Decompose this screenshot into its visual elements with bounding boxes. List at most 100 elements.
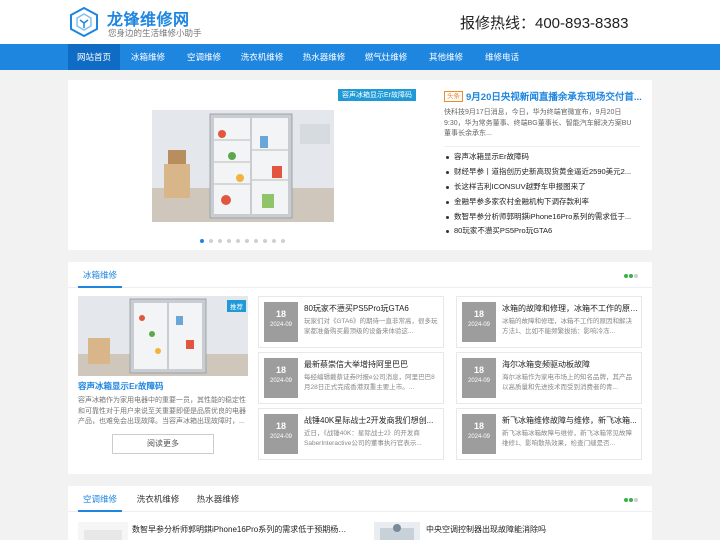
- date-badge: 18 2024-09: [462, 358, 496, 398]
- section-tabbar: 冰箱维修: [68, 262, 652, 288]
- tab-aircon-repair[interactable]: 空调维修: [78, 486, 122, 512]
- card-title[interactable]: 新飞冰箱维修故障与维修，新飞冰箱...: [502, 415, 638, 426]
- date-day: 18: [275, 365, 286, 375]
- card-title[interactable]: 冰箱的故障和修理，冰箱不工作的原因和...: [502, 303, 638, 314]
- nav-item-washer[interactable]: 洗衣机维修: [236, 44, 288, 70]
- date-badge: 18 2024-09: [462, 302, 496, 342]
- carousel-dot[interactable]: [263, 239, 267, 243]
- card-desc: 海尔冰箱作为家电市场上的知名品牌，其产品以高质量和先进技术而受到消费者的青...: [502, 374, 632, 391]
- article-thumbnail[interactable]: [374, 522, 420, 540]
- headline-desc: 快科技9月17日消息，今日，华为终端官微宣布，9月20日9:30，华为常务董事、…: [444, 109, 632, 137]
- slider-dot[interactable]: [634, 274, 638, 278]
- news-list: 容声冰箱显示Er故障码 财经早参丨道指创历史新高现货黄金逼近2590美元2...…: [444, 150, 640, 239]
- card-title[interactable]: 海尔冰箱变频驱动板故障: [502, 359, 638, 370]
- carousel-caption[interactable]: 容声冰箱显示Er故障码: [338, 86, 416, 101]
- date-badge: 18 2024-09: [264, 302, 298, 342]
- card-desc: 每经编辑戴蔡证券时报e公司消息，阿里巴巴8月28日正式完成香港双重主要上市。..…: [304, 374, 435, 391]
- tab-water-heater-repair[interactable]: 热水器维修: [192, 486, 244, 512]
- date-month: 2024-09: [467, 322, 491, 328]
- section-dots: [624, 274, 638, 278]
- headline-tag: 头条: [444, 91, 463, 102]
- carousel-dot[interactable]: [200, 239, 204, 243]
- list-item[interactable]: 长这样吉利ICONSUV越野车申报图来了: [444, 180, 640, 195]
- list-item[interactable]: 80玩家不懑买PS5Pro玩GTA6: [444, 224, 640, 239]
- list-item[interactable]: 数智早参分析师郭明錤iPhone16Pro系列的需求低于...: [444, 210, 640, 225]
- date-day: 18: [473, 365, 484, 375]
- slider-dot[interactable]: [624, 274, 628, 278]
- date-badge: 18 2024-09: [264, 414, 298, 454]
- featured-title[interactable]: 容声冰箱显示Er故障码: [78, 380, 248, 392]
- article-thumbnail[interactable]: [78, 522, 128, 540]
- card-desc: 新飞冰箱冰箱故障与维修，新飞冰箱常见故障维修1、影响散热效果，检查门缝是否...: [502, 430, 632, 447]
- carousel-dot[interactable]: [236, 239, 240, 243]
- featured-image[interactable]: 推荐: [78, 296, 248, 376]
- featured-desc: 容声冰箱作为家用电器中的重要一员，其性能的稳定性和可靠性对于用户来说至关重要即便…: [78, 397, 246, 425]
- card-title[interactable]: 80玩家不懑买PS5Pro玩GTA6: [304, 303, 440, 314]
- carousel-dot[interactable]: [209, 239, 213, 243]
- date-month: 2024-09: [269, 434, 293, 440]
- hotline-text: 报修热线：400-893-8383: [460, 15, 629, 32]
- slider-dot[interactable]: [624, 498, 628, 502]
- divider: [444, 146, 640, 147]
- carousel-dot[interactable]: [281, 239, 285, 243]
- nav-item-other[interactable]: 其他维修: [422, 44, 470, 70]
- tab-washer-repair[interactable]: 洗衣机维修: [132, 486, 184, 512]
- card-title[interactable]: 最新蔡崇信大举增持阿里巴巴: [304, 359, 440, 370]
- fridge-illustration: [152, 110, 334, 222]
- article-card[interactable]: 18 2024-09 新飞冰箱维修故障与维修，新飞冰箱... 新飞冰箱冰箱故障与…: [456, 408, 642, 460]
- read-more-button[interactable]: 阅读更多: [112, 434, 214, 454]
- date-badge: 18 2024-09: [462, 414, 496, 454]
- slider-dot[interactable]: [629, 274, 633, 278]
- fridge-thumbnail: [78, 296, 248, 376]
- tab-fridge-repair[interactable]: 冰箱维修: [78, 262, 122, 288]
- list-item[interactable]: 容声冰箱显示Er故障码: [444, 150, 640, 165]
- nav-item-gas-stove[interactable]: 燃气灶维修: [360, 44, 412, 70]
- carousel-caption-label: 容声冰箱显示Er故障码: [338, 89, 416, 101]
- nav-item-home[interactable]: 网站首页: [68, 44, 120, 70]
- date-day: 18: [275, 309, 286, 319]
- card-title[interactable]: 战锤40K星际战士2开发商我们想创...: [304, 415, 440, 426]
- slider-dot[interactable]: [629, 498, 633, 502]
- date-month: 2024-09: [269, 378, 293, 384]
- article-card[interactable]: 18 2024-09 80玩家不懑买PS5Pro玩GTA6 玩家们对《GTA6》…: [258, 296, 444, 348]
- carousel-dot[interactable]: [218, 239, 222, 243]
- recommend-badge: 推荐: [227, 300, 246, 312]
- article-card[interactable]: 18 2024-09 战锤40K星际战士2开发商我们想创... 近日，《战锤40…: [258, 408, 444, 460]
- slider-dot[interactable]: [634, 498, 638, 502]
- section-dots: [624, 498, 638, 502]
- aircon-thumbnail: [374, 522, 420, 540]
- main-nav: 网站首页 冰箱维修 空调维修 洗衣机维修 热水器维修 燃气灶维修 其他维修 维修…: [0, 44, 720, 70]
- nav-item-phone[interactable]: 维修电话: [478, 44, 526, 70]
- carousel-dot[interactable]: [254, 239, 258, 243]
- section-fridge-repair: 冰箱维修 推荐 容声冰箱显示Er故障码 容声冰箱作为家用电器中的重要一员，其性能…: [68, 262, 652, 474]
- nav-item-aircon[interactable]: 空调维修: [180, 44, 228, 70]
- article-card[interactable]: 18 2024-09 海尔冰箱变频驱动板故障 海尔冰箱作为家电市场上的知名品牌，…: [456, 352, 642, 404]
- site-header: 龙锋维修网 您身边的生活维修小助手 报修热线：400-893-8383: [0, 0, 720, 44]
- nav-item-water-heater[interactable]: 热水器维修: [298, 44, 350, 70]
- top-content: 容声冰箱显示Er故障码 头条 9月20日央视新闻直播余承东现场交付首... 快科…: [68, 80, 652, 250]
- headline-title[interactable]: 9月20日央视新闻直播余承东现场交付首...: [466, 89, 650, 103]
- list-item[interactable]: 财经早参丨道指创历史新高现货黄金逼近2590美元2...: [444, 165, 640, 180]
- article-card[interactable]: 18 2024-09 冰箱的故障和修理，冰箱不工作的原因和... 冰箱的故障和修…: [456, 296, 642, 348]
- section-tabbar: 空调维修 洗衣机维修 热水器维修: [68, 486, 652, 512]
- date-month: 2024-09: [467, 378, 491, 384]
- carousel-image[interactable]: [152, 110, 334, 222]
- card-desc: 玩家们对《GTA6》的期待一直非常高，很多玩家都准备购买最顶级的设备来体验这..…: [304, 318, 438, 335]
- card-desc: 近日，《战锤40K：星际战士2》的开发商SaberInteractive公司的董…: [304, 430, 422, 447]
- site-tagline: 您身边的生活维修小助手: [108, 28, 202, 38]
- date-day: 18: [473, 421, 484, 431]
- date-day: 18: [473, 309, 484, 319]
- nav-item-fridge[interactable]: 冰箱维修: [124, 44, 172, 70]
- article-title[interactable]: 数智早参分析师郭明錤iPhone16Pro系列的需求低于预期杨植麟...: [132, 524, 352, 535]
- article-card[interactable]: 18 2024-09 最新蔡崇信大举增持阿里巴巴 每经编辑戴蔡证券时报e公司消息…: [258, 352, 444, 404]
- carousel-dot[interactable]: [245, 239, 249, 243]
- headline-news: 头条 9月20日央视新闻直播余承东现场交付首... 快科技9月17日消息，今日，…: [430, 86, 650, 246]
- carousel-dot[interactable]: [227, 239, 231, 243]
- list-item[interactable]: 金融早参多家农村金融机构下调存款利率: [444, 195, 640, 210]
- article-title[interactable]: 中央空调控制器出现故障能消除吗: [426, 524, 636, 535]
- date-month: 2024-09: [269, 322, 293, 328]
- carousel-dot[interactable]: [272, 239, 276, 243]
- section-appliance-repair: 空调维修 洗衣机维修 热水器维修 数智早参分析师郭明錤iPhone16Pro系列…: [68, 486, 652, 540]
- brand-logo-thumbnail: [78, 522, 128, 540]
- logo-icon[interactable]: [68, 6, 100, 38]
